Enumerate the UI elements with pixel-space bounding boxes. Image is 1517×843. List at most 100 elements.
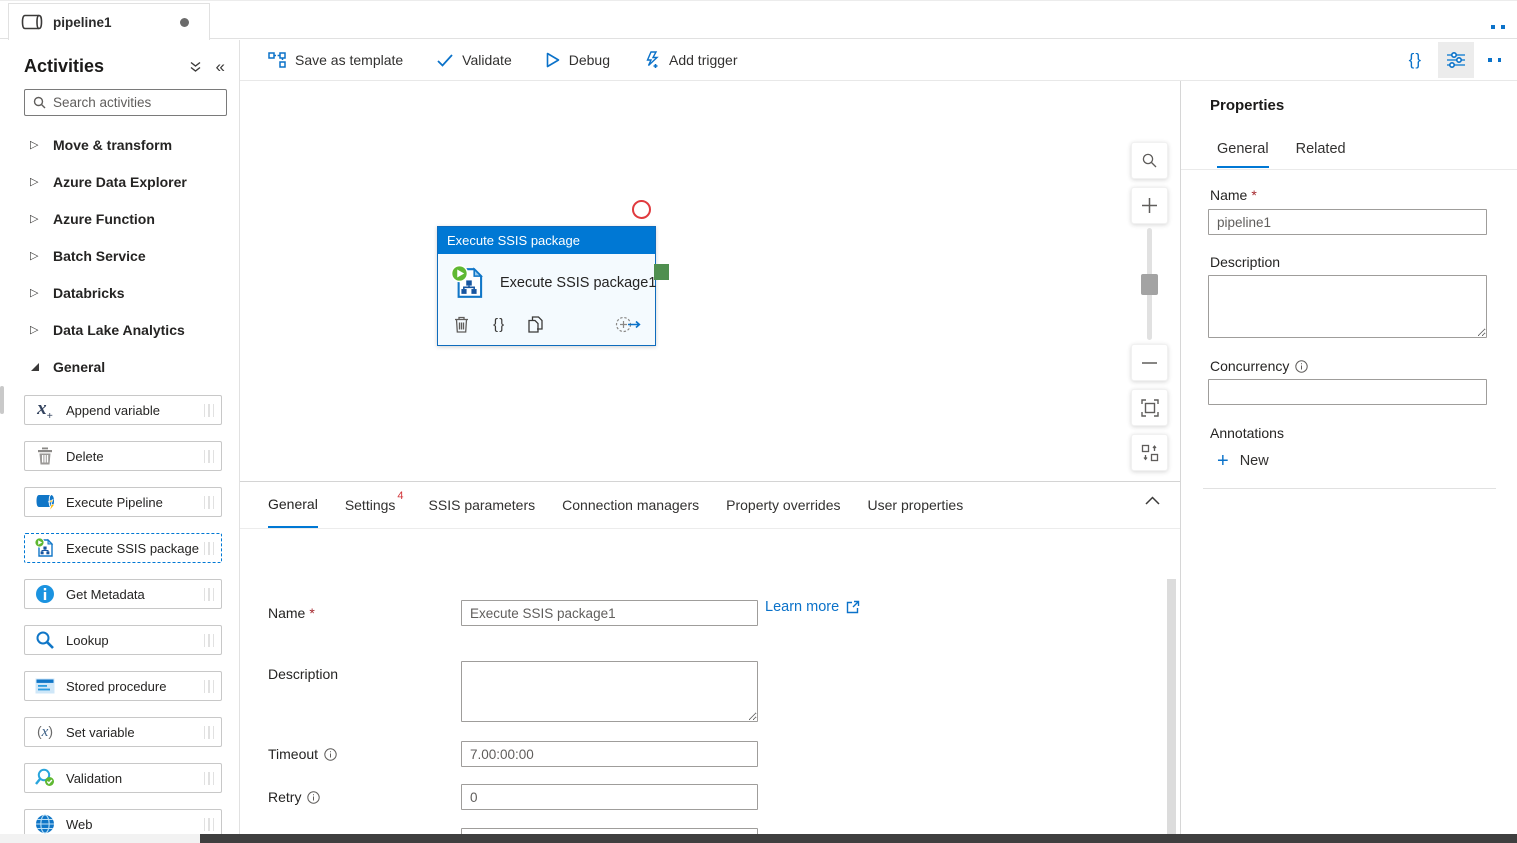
horizontal-scrollbar-thumb[interactable]	[200, 834, 1517, 843]
search-icon	[33, 96, 46, 109]
activity-get-metadata[interactable]: Get Metadata	[24, 579, 222, 609]
activity-delete[interactable]: Delete	[24, 441, 222, 471]
sidebar-category-data-lake-analytics[interactable]: ▷ Data Lake Analytics	[0, 311, 239, 348]
panel-scrollbar[interactable]	[1167, 579, 1176, 834]
tab-ssis-parameters[interactable]: SSIS parameters	[429, 482, 536, 528]
activity-web[interactable]: Web	[24, 809, 222, 834]
sidebar-category-move-transform[interactable]: ▷ Move & transform	[0, 126, 239, 163]
pipeline-name-label: Name	[1210, 187, 1248, 203]
zoom-fit-button[interactable]	[1131, 389, 1168, 426]
sidebar-category-databricks[interactable]: ▷ Databricks	[0, 274, 239, 311]
activity-stored-procedure[interactable]: Stored procedure	[24, 671, 222, 701]
info-icon	[307, 791, 321, 804]
tabbar-ellipsis-icon[interactable]	[1491, 25, 1505, 29]
auto-align-button[interactable]	[1131, 434, 1168, 471]
template-icon	[268, 52, 286, 68]
activity-description-textarea[interactable]	[461, 661, 758, 722]
node-output-connector[interactable]	[654, 264, 669, 280]
pipeline-toolbar: Save as template Validate Debug Add trig…	[240, 40, 1517, 81]
activity-set-variable[interactable]: (x) Set variable	[24, 717, 222, 747]
activity-config-panel: General Settings 4 SSIS parameters Conne…	[240, 481, 1180, 834]
node-clone-icon[interactable]	[528, 316, 543, 333]
chevron-right-icon: ▷	[30, 324, 39, 336]
chevron-right-icon: ▷	[30, 176, 39, 188]
play-icon	[546, 52, 560, 68]
zoom-out-button[interactable]	[1131, 344, 1168, 381]
tab-title: pipeline1	[53, 14, 112, 30]
activity-execute-pipeline[interactable]: Execute Pipeline	[24, 487, 222, 517]
set-variable-icon: (x)	[36, 723, 53, 740]
pipeline-name-input[interactable]	[1208, 209, 1487, 235]
drag-grip-icon	[203, 772, 214, 785]
tab-pipeline1[interactable]: pipeline1	[8, 3, 210, 40]
flow-settings-button[interactable]	[1438, 42, 1474, 78]
zoom-slider-thumb[interactable]	[1141, 274, 1158, 295]
new-annotation-button[interactable]: + New	[1217, 451, 1269, 471]
concurrency-input[interactable]	[1208, 379, 1487, 405]
sidebar-category-batch-service[interactable]: ▷ Batch Service	[0, 237, 239, 274]
validate-button[interactable]: Validate	[437, 52, 512, 68]
activity-lookup[interactable]: Lookup	[24, 625, 222, 655]
tab-settings[interactable]: Settings 4	[345, 482, 404, 528]
pipeline-canvas[interactable]: Execute SSIS package Execute SSIS packag…	[240, 82, 1180, 481]
tab-connection-managers[interactable]: Connection managers	[562, 482, 699, 528]
chevron-right-icon: ▷	[30, 287, 39, 299]
search-activities-box[interactable]	[24, 89, 227, 116]
pipeline-description-label: Description	[1210, 254, 1281, 270]
page-horizontal-scrollbar[interactable]	[0, 834, 1517, 843]
web-globe-icon	[33, 812, 57, 834]
node-delete-icon[interactable]	[454, 316, 469, 333]
activity-validation[interactable]: Validation	[24, 763, 222, 793]
node-name: Execute SSIS package1	[500, 275, 657, 291]
drag-grip-icon	[203, 726, 214, 739]
annotations-label: Annotations	[1210, 425, 1284, 441]
sidebar-category-azure-data-explorer[interactable]: ▷ Azure Data Explorer	[0, 163, 239, 200]
zoom-slider[interactable]	[1131, 228, 1168, 340]
tab-general[interactable]: General	[268, 482, 318, 528]
save-as-template-button[interactable]: Save as template	[268, 52, 403, 68]
activity-name-input[interactable]	[461, 600, 758, 626]
zoom-search-button[interactable]	[1131, 142, 1168, 179]
execute-ssis-package-node[interactable]: Execute SSIS package Execute SSIS packag…	[437, 226, 656, 346]
activities-sidebar: Activities « ▷ Move & transform	[0, 40, 240, 834]
node-code-icon[interactable]: { }	[493, 316, 504, 333]
collapse-all-icon[interactable]	[189, 60, 202, 73]
node-add-output-icon[interactable]	[615, 316, 641, 333]
sidebar-scrollbar[interactable]	[0, 386, 4, 414]
retry-input[interactable]	[461, 784, 758, 810]
collapse-sidebar-icon[interactable]: «	[216, 57, 225, 77]
toolbar-ellipsis-icon[interactable]	[1480, 58, 1509, 62]
zoom-in-button[interactable]	[1131, 187, 1168, 224]
properties-title: Properties	[1210, 97, 1285, 114]
info-icon	[324, 748, 337, 761]
description-label: Description	[268, 666, 339, 682]
execute-ssis-package-icon	[33, 536, 57, 560]
chevron-right-icon: ▷	[30, 250, 39, 262]
settings-badge: 4	[397, 490, 404, 502]
debug-button[interactable]: Debug	[546, 52, 610, 68]
tab-property-overrides[interactable]: Property overrides	[726, 482, 840, 528]
activity-execute-ssis-package[interactable]: Execute SSIS package	[24, 533, 222, 563]
sidebar-category-general[interactable]: General	[0, 348, 239, 385]
properties-tab-related[interactable]: Related	[1296, 141, 1346, 168]
required-asterisk: *	[309, 605, 315, 621]
timeout-input[interactable]	[461, 741, 758, 767]
trigger-lightning-icon	[644, 51, 660, 69]
adf-pipeline-editor: pipeline1 Activities « Search activities…	[0, 0, 1517, 843]
canvas-zoom-controls	[1131, 142, 1168, 479]
stored-procedure-icon	[33, 674, 57, 698]
collapse-panel-chevron-icon[interactable]	[1145, 496, 1160, 505]
activity-append-variable[interactable]: x+ Append variable	[24, 395, 222, 425]
unsaved-dot-icon	[180, 17, 189, 27]
add-trigger-button[interactable]: Add trigger	[644, 51, 737, 69]
code-view-button[interactable]: {}	[1399, 46, 1432, 74]
get-metadata-icon	[33, 582, 57, 606]
properties-tab-general[interactable]: General	[1217, 141, 1269, 168]
learn-more-link[interactable]: Learn more	[765, 599, 860, 615]
pipeline-description-textarea[interactable]	[1208, 275, 1487, 338]
chevron-right-icon: ▷	[30, 213, 39, 225]
tab-user-properties[interactable]: User properties	[868, 482, 964, 528]
search-activities-input[interactable]	[53, 95, 218, 110]
sidebar-category-azure-function[interactable]: ▷ Azure Function	[0, 200, 239, 237]
plus-icon: +	[1217, 450, 1229, 472]
